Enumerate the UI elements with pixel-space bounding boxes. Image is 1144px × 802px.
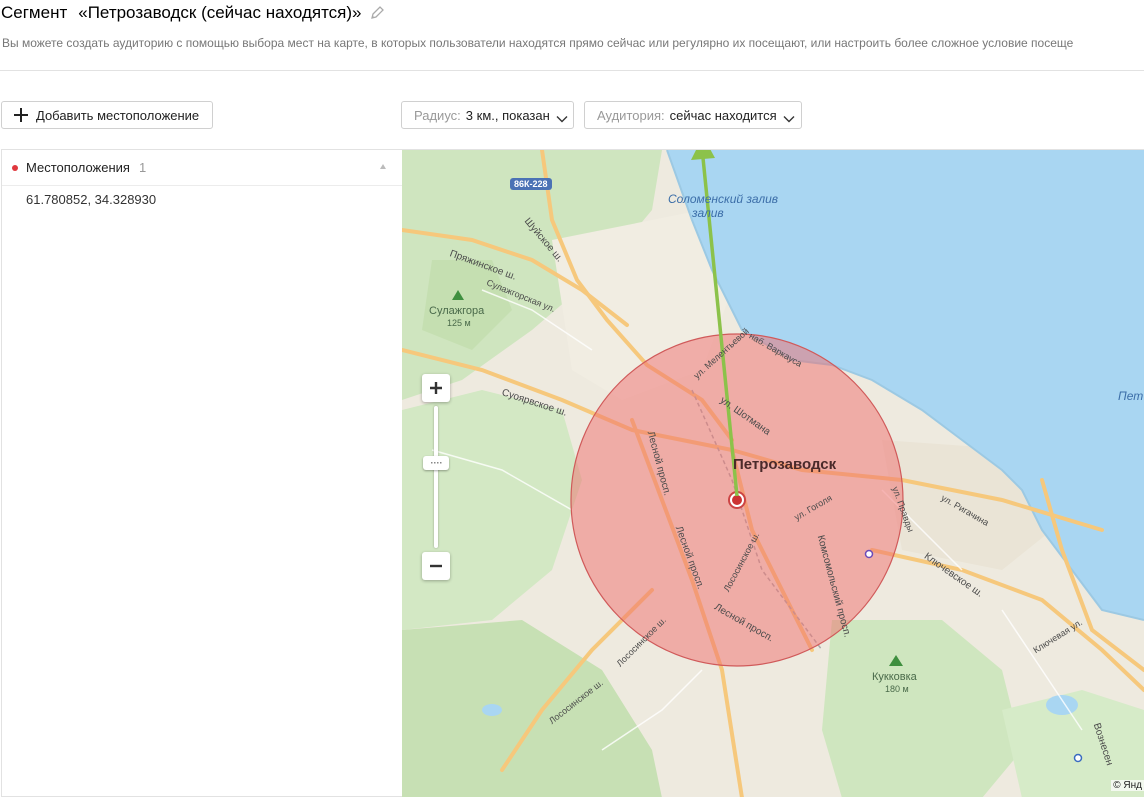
bay-label-line2: залив: [692, 206, 724, 220]
map-background: [402, 150, 1144, 797]
plus-icon: [14, 108, 28, 122]
segment-name: «Петрозаводск (сейчас находятся)»: [78, 3, 362, 22]
add-location-label: Добавить местоположение: [36, 107, 200, 123]
road-badge: 86К-228: [510, 178, 552, 190]
kukkovka-label: Кукковка: [872, 671, 917, 683]
locations-count: 1: [138, 160, 147, 175]
locations-title: Местоположения: [26, 160, 130, 175]
sulazhgora-alt: 125 м: [447, 318, 471, 328]
chevron-down-icon: [556, 111, 568, 123]
sulazhgora-label: Сулажгора: [429, 305, 485, 317]
segment-label: Сегмент: [1, 3, 68, 22]
locations-panel: Местоположения 1 61.780852, 34.328930: [1, 149, 402, 797]
collapse-icon[interactable]: [380, 164, 386, 169]
audience-select[interactable]: Аудитория: сейчас находится: [584, 101, 802, 129]
radius-select[interactable]: Радиус: 3 км., показан: [401, 101, 574, 129]
chevron-down-icon: [783, 111, 795, 123]
zoom-in-button[interactable]: [422, 374, 450, 402]
lake-label: Пет: [1118, 389, 1144, 403]
location-marker-dot: [12, 164, 18, 171]
map[interactable]: 86К-228 Соломенский залив залив Пет Сула…: [402, 149, 1144, 797]
radius-value: 3 км., показан: [465, 107, 550, 123]
zoom-slider-handle[interactable]: [423, 456, 449, 470]
segment-header: Сегмент «Петрозаводск (сейчас находятся)…: [0, 0, 1144, 71]
audience-value: сейчас находится: [669, 107, 777, 123]
zoom-out-button[interactable]: [422, 552, 450, 580]
audience-label: Аудитория:: [597, 107, 665, 123]
zoom-slider-track[interactable]: [434, 406, 438, 548]
bay-label: Соломенский залив: [668, 192, 779, 206]
radius-label: Радиус:: [414, 107, 461, 123]
map-copyright[interactable]: © Янд: [1111, 780, 1144, 791]
kukkovka-alt: 180 м: [885, 684, 909, 694]
segment-title-row: Сегмент «Петрозаводск (сейчас находятся)…: [1, 1, 385, 25]
pencil-icon[interactable]: [369, 5, 385, 21]
city-label: Петрозаводск: [733, 456, 837, 473]
segment-description: Вы можете создать аудиторию с помощью вы…: [2, 36, 1074, 50]
plus-icon: [430, 382, 442, 394]
locations-header[interactable]: Местоположения 1: [2, 150, 402, 186]
minus-icon: [430, 564, 442, 568]
location-item[interactable]: 61.780852, 34.328930: [2, 186, 402, 214]
add-location-button[interactable]: Добавить местоположение: [1, 101, 213, 129]
